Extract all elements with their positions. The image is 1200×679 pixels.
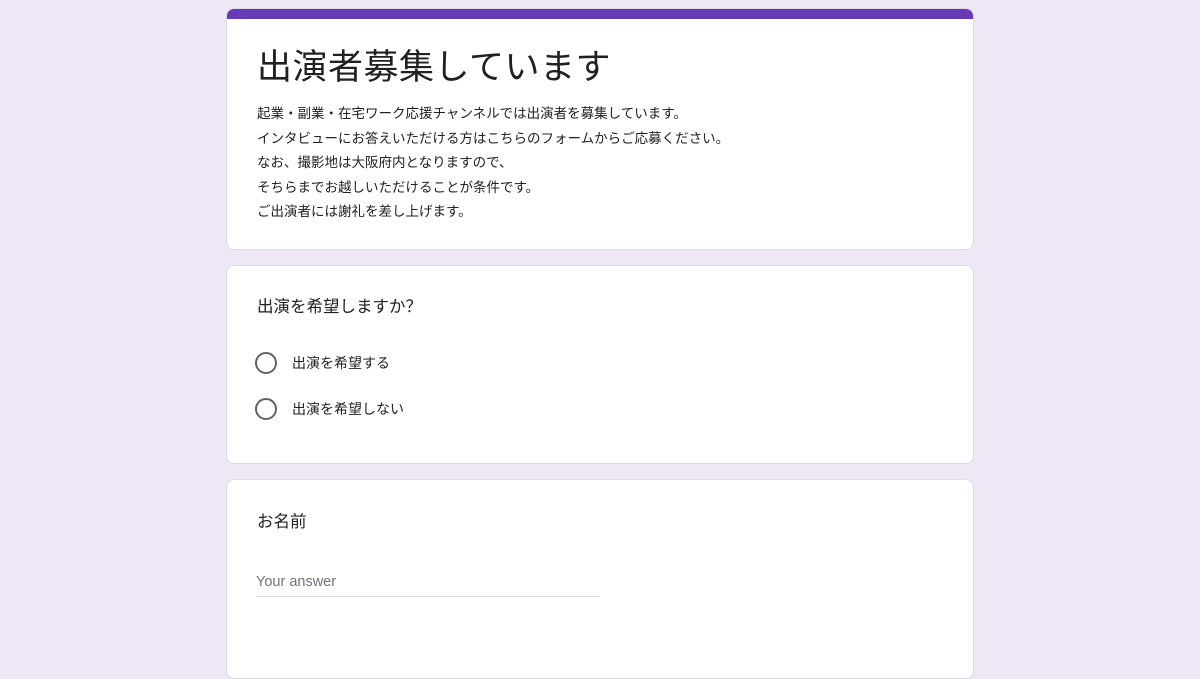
radio-option-label: 出演を希望しない [292,402,404,418]
question-title: お名前 [257,512,307,531]
description-line: なお、撮影地は大阪府内となりますので、 [257,155,513,171]
description-line: 起業・副業・在宅ワーク応援チャンネルでは出演者を募集しています。 [257,106,687,122]
question-card-appearance: 出演を希望しますか？ 出演を希望する 出演を希望しない [226,265,974,464]
form-container: 出演者募集しています 起業・副業・在宅ワーク応援チャンネルでは出演者を募集してい… [226,8,974,679]
description-line: インタビューにお答えいただける方はこちらのフォームからご応募ください。 [257,130,730,147]
form-description: 起業・副業・在宅ワーク応援チャンネルでは出演者を募集しています。 インタビューに… [257,102,729,225]
form-title: 出演者募集しています [257,48,611,88]
question-card-name: お名前 [226,479,974,679]
name-answer-input[interactable] [256,574,600,597]
description-line: そちらまでお越しいただけることが条件です。 [257,179,540,196]
question-title: 出演を希望しますか？ [257,297,422,316]
radio-button-icon[interactable] [255,352,277,374]
radio-option-wish-to-appear[interactable]: 出演を希望する [255,352,390,374]
radio-option-not-wish-to-appear[interactable]: 出演を希望しない [255,398,404,420]
description-line: ご出演者には謝礼を差し上げます。 [257,204,472,220]
radio-button-icon[interactable] [255,398,277,420]
form-header-card: 出演者募集しています 起業・副業・在宅ワーク応援チャンネルでは出演者を募集してい… [226,8,974,250]
radio-option-label: 出演を希望する [292,356,390,372]
theme-accent-bar [227,9,973,19]
